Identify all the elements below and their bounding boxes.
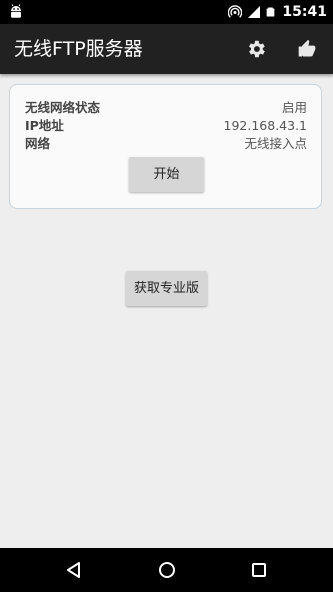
app-title: 无线FTP服务器: [14, 38, 143, 60]
like-button[interactable]: [294, 36, 320, 62]
network-value: 无线接入点: [244, 136, 307, 151]
app-bar: 无线FTP服务器: [0, 24, 333, 74]
recent-apps-icon: [252, 563, 266, 577]
android-debug-icon: [11, 4, 21, 18]
back-button[interactable]: [62, 558, 86, 582]
status-row-wifi: 无线网络状态 启用: [25, 99, 307, 117]
status-bar: 15:41: [0, 0, 333, 24]
status-time: 15:41: [282, 4, 327, 20]
thumbs-up-icon: [298, 39, 316, 57]
settings-button[interactable]: [243, 36, 269, 62]
ip-address-label: IP地址: [25, 118, 64, 133]
navigation-bar: [0, 548, 333, 592]
status-row-ip: IP地址 192.168.43.1: [25, 117, 307, 135]
wifi-status-value: 启用: [281, 100, 307, 115]
ip-address-value: 192.168.43.1: [223, 118, 308, 133]
network-label: 网络: [25, 136, 51, 151]
get-pro-button[interactable]: 获取专业版: [126, 271, 207, 306]
status-row-network: 网络 无线接入点: [25, 135, 307, 153]
home-button[interactable]: [155, 558, 179, 582]
hotspot-icon: [228, 5, 243, 18]
home-icon: [159, 562, 175, 578]
wifi-status-label: 无线网络状态: [25, 100, 101, 115]
wifi-status-card: 无线网络状态 启用 IP地址 192.168.43.1 网络 无线接入点 开始: [9, 84, 322, 209]
signal-icon: [248, 6, 261, 18]
start-button[interactable]: 开始: [129, 157, 204, 192]
back-icon: [67, 562, 80, 578]
recent-apps-button[interactable]: [247, 558, 271, 582]
battery-icon: [267, 7, 275, 17]
settings-icon: [249, 40, 265, 58]
